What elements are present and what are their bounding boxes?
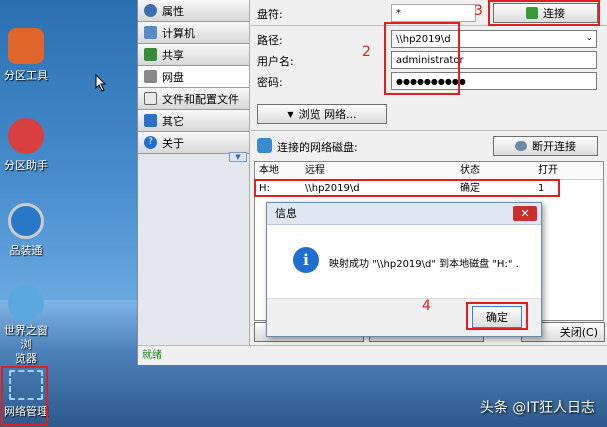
close-icon[interactable]: ✕ bbox=[513, 206, 537, 221]
desktop-icon-pinzhuangtong[interactable]: 品装通 bbox=[0, 203, 52, 258]
desktop-icon-partition-tool[interactable]: 分区工具 bbox=[0, 28, 52, 83]
sidebar-item-about[interactable]: ? 关于 bbox=[138, 132, 249, 154]
sidebar-item-network-drive[interactable]: 网盘 bbox=[138, 66, 249, 88]
annotation-number: 3 bbox=[474, 3, 483, 19]
computer-icon bbox=[144, 26, 157, 39]
sidebar-item-files-profiles[interactable]: 文件和配置文件 bbox=[138, 88, 249, 110]
annotation-number: 2 bbox=[362, 44, 371, 60]
share-icon bbox=[144, 48, 157, 61]
desktop-icon-browser[interactable]: 世界之窗浏 览器 bbox=[0, 285, 52, 366]
disconnect-icon bbox=[515, 141, 527, 151]
credentials-highlight bbox=[384, 22, 460, 95]
connect-highlight bbox=[488, 0, 600, 26]
globe-icon bbox=[8, 285, 44, 321]
mouse-cursor-icon bbox=[95, 74, 107, 92]
table-header: 本地 远程 状态 打开 bbox=[255, 162, 603, 180]
other-icon bbox=[144, 114, 157, 127]
properties-icon bbox=[144, 4, 157, 17]
browse-network-button[interactable]: ▼ 浏览 网络... bbox=[257, 104, 387, 124]
dialog-title-bar: 信息 ✕ bbox=[267, 203, 541, 225]
drive-select[interactable]: * bbox=[391, 4, 476, 22]
partition-tool-icon bbox=[8, 28, 44, 64]
partition-assistant-icon bbox=[8, 118, 44, 154]
drive-label: 盘符: bbox=[257, 8, 283, 21]
connected-drives-label: 连接的网络磁盘: bbox=[277, 141, 358, 154]
desktop-icon-partition-assistant[interactable]: 分区助手 bbox=[0, 118, 52, 173]
chevron-down-icon[interactable]: ⌄ bbox=[585, 31, 593, 46]
dialog-message: 映射成功 "\\hp2019\d" 到本地磁盘 "H:" . bbox=[329, 259, 519, 270]
username-label: 用户名: bbox=[257, 55, 294, 68]
divider bbox=[251, 130, 607, 131]
network-drive-icon bbox=[144, 70, 157, 83]
password-label: 密码: bbox=[257, 76, 283, 89]
disconnect-button[interactable]: 断开连接 bbox=[493, 136, 598, 156]
sidebar-collapse-button[interactable]: ▼ bbox=[229, 152, 247, 162]
status-bar: 就绪 bbox=[138, 345, 607, 365]
watermark: 头条 @IT狂人日志 bbox=[479, 400, 595, 416]
about-icon: ? bbox=[144, 136, 157, 149]
ok-highlight bbox=[466, 302, 528, 330]
triangle-down-icon: ▼ bbox=[287, 109, 294, 119]
sidebar-item-share[interactable]: 共享 bbox=[138, 44, 249, 66]
sidebar: 属性 计算机 共享 网盘 文件和配置文件 其它 ? 关于 ▼ bbox=[138, 0, 250, 345]
path-label: 路径: bbox=[257, 34, 283, 47]
sidebar-item-other[interactable]: 其它 bbox=[138, 110, 249, 132]
connected-drives-icon bbox=[257, 138, 272, 153]
sidebar-item-computer[interactable]: 计算机 bbox=[138, 22, 249, 44]
annotation-number: 4 bbox=[422, 298, 431, 314]
files-icon bbox=[144, 92, 157, 105]
info-icon: i bbox=[293, 247, 319, 273]
table-row-highlight bbox=[254, 179, 560, 197]
network-manager-highlight bbox=[1, 366, 48, 426]
pinzhuangtong-icon bbox=[8, 203, 44, 239]
sidebar-item-properties[interactable]: 属性 bbox=[138, 0, 249, 22]
